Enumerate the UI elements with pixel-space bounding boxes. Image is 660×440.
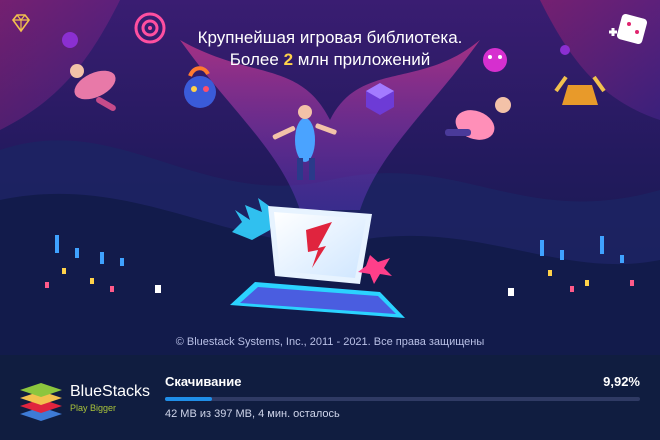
download-percent: 9,92% <box>603 374 640 389</box>
download-progress-bar <box>165 397 640 401</box>
headline: Крупнейшая игровая библиотека. Более 2 м… <box>0 27 660 71</box>
brand-name: BlueStacks <box>70 383 151 400</box>
download-status-label: Скачивание <box>165 374 242 389</box>
headline-accent-number: 2 <box>283 50 294 69</box>
download-panel: BlueStacks Play Bigger Скачивание 9,92% … <box>0 355 660 440</box>
headline-line-1: Крупнейшая игровая библиотека. <box>197 28 463 47</box>
download-progress-fill <box>165 397 213 401</box>
download-detail: 42 MB из 397 MB, 4 мин. осталось <box>165 408 340 420</box>
installer-window: Крупнейшая игровая библиотека. Более 2 м… <box>0 0 660 440</box>
bluestacks-logo-icon <box>18 377 64 423</box>
copyright-notice: © Bluestack Systems, Inc., 2011 - 2021. … <box>175 336 485 348</box>
hero-banner: Крупнейшая игровая библиотека. Более 2 м… <box>0 0 660 355</box>
headline-prefix: Более <box>229 50 284 69</box>
brand-tagline: Play Bigger <box>70 403 117 413</box>
headline-suffix: млн приложений <box>293 50 431 69</box>
headline-line-2: Более 2 млн приложений <box>0 49 660 71</box>
